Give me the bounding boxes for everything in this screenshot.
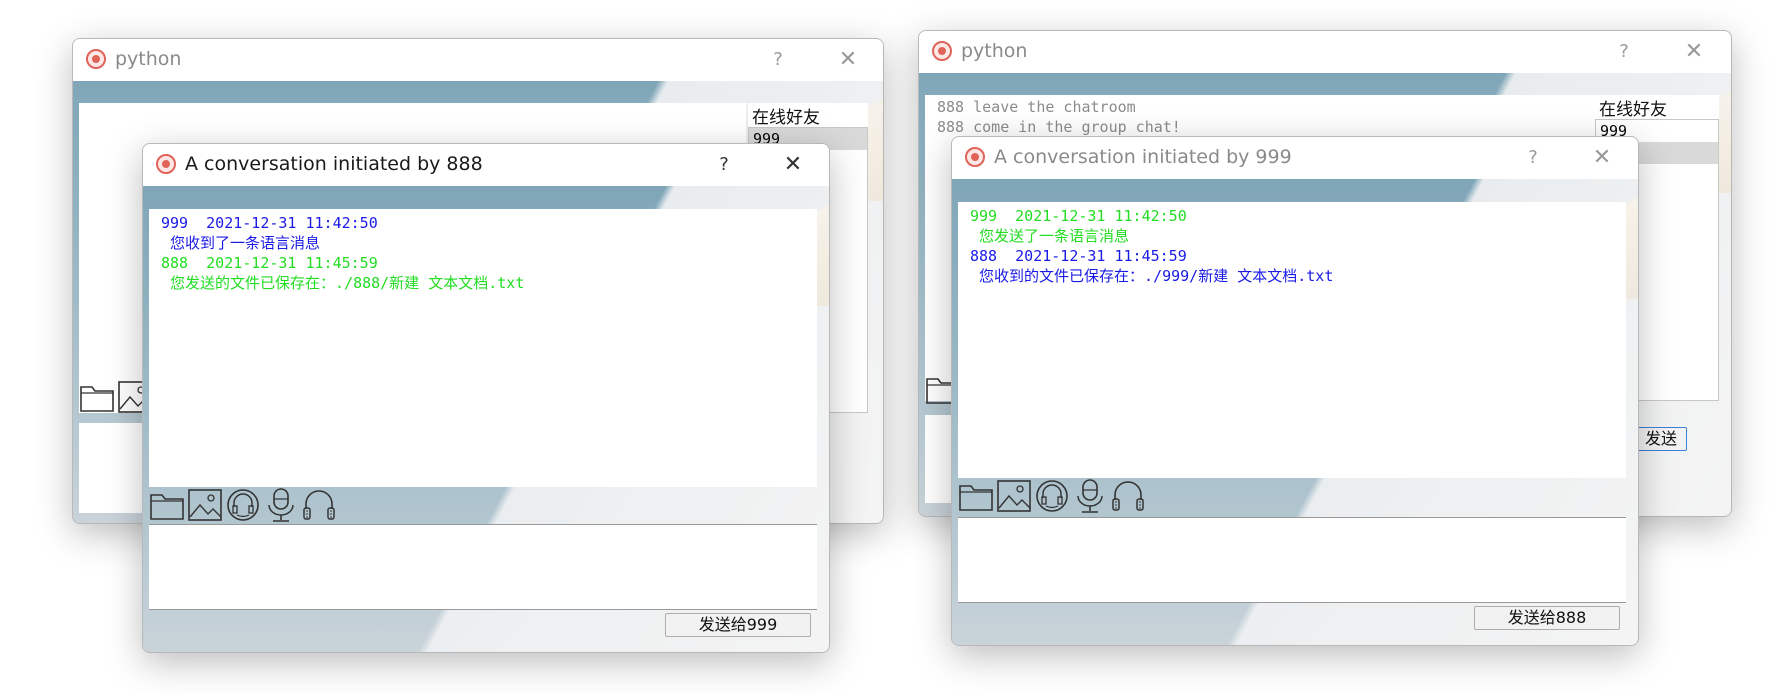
message-body: 您收到了一条语言消息 xyxy=(161,234,321,252)
headphones-icon[interactable] xyxy=(1110,478,1146,514)
online-friends-label: 在线好友 xyxy=(748,103,868,128)
message-history[interactable]: 999 2021-12-31 11:42:50 您发送了一条语言消息 888 20… xyxy=(958,202,1626,478)
headset-icon[interactable] xyxy=(225,487,261,523)
title-bar[interactable]: A conversation initiated by 999 ? ✕ xyxy=(952,137,1638,179)
close-button[interactable]: ✕ xyxy=(1582,144,1622,172)
online-friends-label: 在线好友 xyxy=(1595,95,1719,120)
message-header: 888 2021-12-31 11:45:59 xyxy=(161,254,378,272)
window-title: A conversation initiated by 888 xyxy=(185,153,483,175)
folder-icon[interactable] xyxy=(958,478,994,514)
help-button[interactable]: ? xyxy=(1609,38,1639,66)
message-toolbar xyxy=(149,487,337,523)
send-button[interactable]: 发送 xyxy=(1635,427,1687,451)
message-body: 您发送了一条语言消息 xyxy=(970,227,1130,245)
app-logo-icon xyxy=(932,41,952,61)
help-button[interactable]: ? xyxy=(763,46,793,74)
message-header: 999 2021-12-31 11:42:50 xyxy=(161,214,378,232)
folder-icon[interactable] xyxy=(79,379,115,415)
microphone-icon[interactable] xyxy=(1072,478,1108,514)
message-body: 您收到的文件已保存在：./999/新建 文本文档.txt xyxy=(970,267,1334,285)
window-title: A conversation initiated by 999 xyxy=(994,146,1292,168)
close-button[interactable]: ✕ xyxy=(1674,38,1714,66)
help-button[interactable]: ? xyxy=(709,151,739,179)
image-icon[interactable] xyxy=(187,487,223,523)
title-bar[interactable]: python ? ✕ xyxy=(73,39,883,81)
conversation-window-999: A conversation initiated by 999 ? ✕ 999 … xyxy=(951,136,1639,646)
window-title: python xyxy=(961,40,1028,62)
app-logo-icon xyxy=(965,147,985,167)
chat-line: 888 come in the group chat! xyxy=(937,118,1181,136)
chat-line: 888 leave the chatroom xyxy=(937,98,1136,116)
close-button[interactable]: ✕ xyxy=(773,151,813,179)
help-button[interactable]: ? xyxy=(1518,144,1548,172)
title-bar[interactable]: A conversation initiated by 888 ? ✕ xyxy=(143,144,829,186)
send-to-888-button[interactable]: 发送给888 xyxy=(1474,606,1620,630)
headset-icon[interactable] xyxy=(1034,478,1070,514)
message-body: 您发送的文件已保存在：./888/新建 文本文档.txt xyxy=(161,274,525,292)
close-button[interactable]: ✕ xyxy=(828,46,868,74)
folder-icon[interactable] xyxy=(149,487,185,523)
image-icon[interactable] xyxy=(996,478,1032,514)
conversation-window-888: A conversation initiated by 888 ? ✕ 999 … xyxy=(142,143,830,653)
send-to-999-button[interactable]: 发送给999 xyxy=(665,613,811,637)
microphone-icon[interactable] xyxy=(263,487,299,523)
message-history[interactable]: 999 2021-12-31 11:42:50 您收到了一条语言消息 888 20… xyxy=(149,209,817,487)
title-bar[interactable]: python ? ✕ xyxy=(919,31,1731,73)
message-header: 999 2021-12-31 11:42:50 xyxy=(970,207,1187,225)
app-logo-icon xyxy=(86,49,106,69)
message-input[interactable] xyxy=(149,524,817,610)
app-logo-icon xyxy=(156,154,176,174)
window-title: python xyxy=(115,48,182,70)
message-input[interactable] xyxy=(958,517,1626,603)
headphones-icon[interactable] xyxy=(301,487,337,523)
message-toolbar xyxy=(958,478,1146,514)
message-header: 888 2021-12-31 11:45:59 xyxy=(970,247,1187,265)
